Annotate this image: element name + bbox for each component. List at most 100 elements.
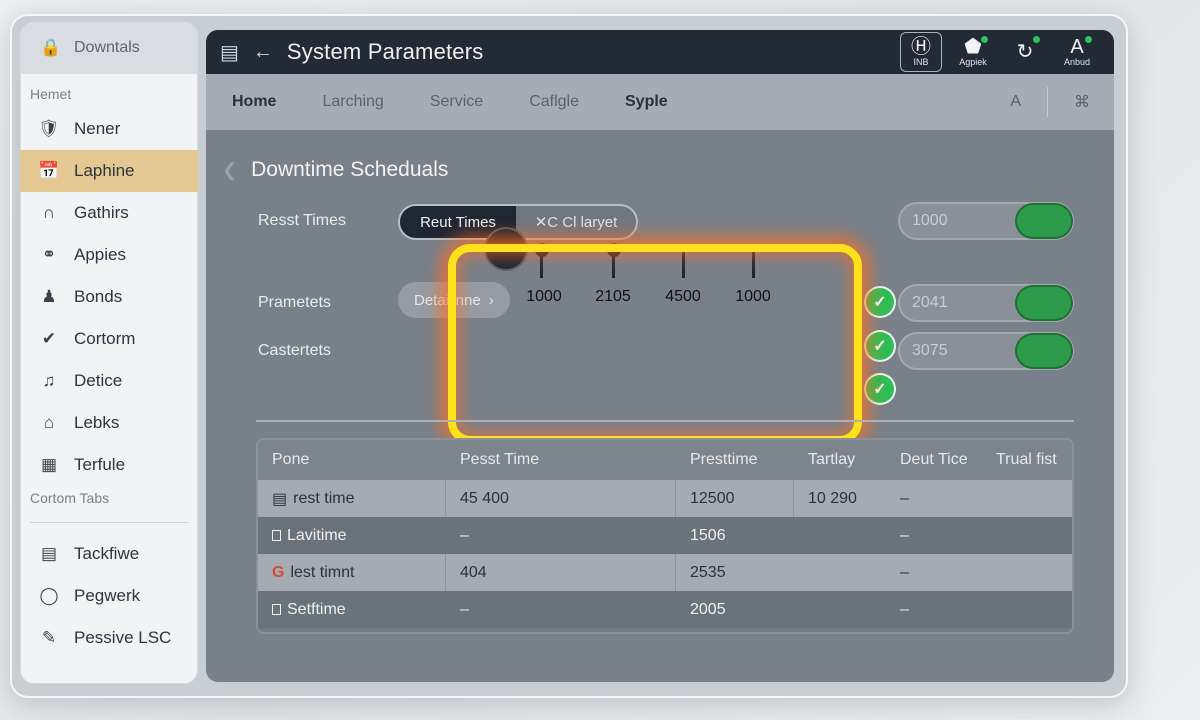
sidebar-item-label: Tackfiwe	[74, 544, 140, 563]
back-arrow-icon[interactable]: ←	[253, 41, 273, 64]
table-cell: 10 290	[808, 489, 857, 507]
section-title: Downtime Scheduals	[251, 158, 449, 181]
toolbar-button-anbud[interactable]: A Anbud	[1056, 32, 1098, 72]
table-cell: –	[900, 600, 909, 618]
person-icon: ♟	[41, 287, 57, 306]
arch-icon: ∩	[42, 203, 56, 222]
column-header[interactable]: Trual fist	[982, 440, 1072, 480]
toolbar-button-agpiek[interactable]: ⬟ Agpiek	[952, 32, 994, 72]
leaf-icon: ⬟	[964, 36, 982, 58]
table-cell: –	[900, 526, 909, 544]
sidebar-item-pessive-lsc[interactable]: ✎ Pessive LSC	[20, 617, 198, 659]
sidebar-item-label: Cortorm	[74, 329, 136, 348]
sidebar-item-nener[interactable]: 🛡 Nener	[20, 108, 198, 150]
tab-syple[interactable]: Syple	[625, 93, 668, 111]
table-cell: Glest timnt	[258, 554, 446, 591]
sidebar-item-cortorm[interactable]: ✔ Cortorm	[20, 318, 198, 360]
column-header[interactable]: Deut Tice	[886, 440, 982, 480]
cell-text: Lavitime	[287, 526, 347, 544]
toggle-value: 2041	[912, 294, 948, 311]
toolbar-button-refresh[interactable]: ↻	[1004, 32, 1046, 72]
sidebar-section-label-2: Cortom Tabs	[30, 490, 110, 506]
sidebar-section-label: Hemet	[30, 86, 72, 102]
globe-icon: ◯	[39, 586, 59, 605]
sidebar-item-appies[interactable]: ⚭ Appies	[20, 234, 198, 276]
tab-bar: Home Larching Service Caflgle Syple A ⌘	[206, 74, 1114, 130]
highlight-box	[448, 244, 862, 444]
row-label-prametets: Prametets	[258, 294, 331, 311]
sidebar-item-bonds[interactable]: ♟ Bonds	[20, 276, 198, 318]
table-row[interactable]: Setftime – 2005 –	[258, 591, 1072, 628]
check-icon: ✓	[866, 332, 894, 360]
toggle-2041[interactable]: 2041	[898, 284, 1074, 322]
section-divider	[256, 420, 1074, 422]
toolbar-button-label: Anbud	[1063, 57, 1091, 67]
table-cell	[794, 554, 886, 591]
sidebar-header: 🔒 Downtals	[20, 22, 198, 74]
table-cell: Lavitime	[258, 517, 446, 554]
cell-text: Setftime	[287, 600, 346, 618]
shield-icon: 🛡	[38, 119, 60, 138]
google-icon: G	[272, 563, 285, 581]
checkbox-icon[interactable]	[272, 604, 281, 615]
column-header[interactable]: Presttime	[676, 440, 794, 480]
toggle-1000[interactable]: 1000	[898, 202, 1074, 240]
refresh-icon: ↻	[1016, 41, 1034, 63]
sidebar-item-laphine[interactable]: 📅 Laphine	[20, 150, 198, 192]
column-header[interactable]: Pone	[258, 440, 446, 480]
tab-service[interactable]: Service	[430, 93, 483, 111]
building-icon: ▤	[40, 544, 58, 563]
column-header[interactable]: Pesst Time	[446, 440, 676, 480]
music-icon: ♫	[42, 371, 56, 390]
check-icon: ✓	[866, 375, 894, 403]
table-cell: 45 400	[446, 480, 676, 517]
table-cell: ▤ rest time	[258, 480, 446, 517]
h-icon: Ⓗ	[911, 36, 931, 58]
tab-caflgle[interactable]: Caflgle	[529, 93, 579, 111]
sidebar-item-terfule[interactable]: ▦ Terfule	[20, 444, 198, 486]
sidebar-item-label: Terfule	[74, 455, 126, 474]
sidebar-item-label: Pegwerk	[74, 586, 141, 605]
table-row[interactable]: ▤ rest time 45 400 12500 10 290 –	[258, 480, 1072, 517]
table-cell: 404	[446, 554, 676, 591]
doc-icon: ▤	[272, 490, 288, 508]
menu-icon[interactable]: ▤	[220, 40, 239, 65]
toolbar-button-inb[interactable]: Ⓗ INB	[900, 32, 942, 72]
sidebar-item-label: Laphine	[74, 161, 135, 180]
checkbox-icon[interactable]	[272, 530, 281, 541]
sidebar: 🔒 Downtals Hemet 🛡 Nener 📅 Laphine ∩ Gat…	[20, 22, 198, 684]
grid-icon: ▦	[40, 455, 58, 474]
sidebar-item-tackfiwe[interactable]: ▤ Tackfiwe	[20, 533, 198, 575]
column-header[interactable]: Tartlay	[794, 440, 886, 480]
status-dot	[1033, 36, 1040, 43]
toolbar-button-label: Agpiek	[959, 57, 987, 67]
tab-bar-actions: A ⌘	[1010, 87, 1114, 117]
tab-larching[interactable]: Larching	[322, 93, 383, 111]
status-dot	[1085, 36, 1092, 43]
tab-home[interactable]: Home	[232, 93, 276, 111]
toolbar: Ⓗ INB ⬟ Agpiek ↻ A Anbud	[900, 32, 1114, 72]
table-cell: 2005	[690, 600, 726, 618]
sidebar-item-gathirs[interactable]: ∩ Gathirs	[20, 192, 198, 234]
sidebar-item-lebks[interactable]: ⌂ Lebks	[20, 402, 198, 444]
section-header: ❮ Downtime Scheduals	[222, 158, 448, 182]
sidebar-item-detice[interactable]: ♫ Detice	[20, 360, 198, 402]
content-area: ❮ Downtime Scheduals Resst Times Reut Ti…	[206, 130, 1114, 682]
tag-icon: ⚭	[41, 245, 57, 264]
toggle-knob	[1017, 287, 1071, 319]
cell-text: rest time	[293, 489, 355, 507]
font-size-icon[interactable]: A	[1010, 93, 1021, 111]
table-cell	[982, 591, 1072, 628]
chevron-left-icon[interactable]: ❮	[222, 160, 237, 181]
tab-bar-separator	[1047, 87, 1048, 117]
shortcut-icon[interactable]: ⌘	[1074, 92, 1090, 112]
table-cell: 2535	[690, 563, 726, 581]
sidebar-item-label: Detice	[74, 371, 123, 390]
toggle-3075[interactable]: 3075	[898, 332, 1074, 370]
row-label-resst-times: Resst Times	[258, 212, 347, 229]
table-row[interactable]: Lavitime – 1506 –	[258, 517, 1072, 554]
sidebar-item-pegwerk[interactable]: ◯ Pegwerk	[20, 575, 198, 617]
table-cell: 1506	[690, 526, 726, 544]
toggle-value: 1000	[912, 212, 948, 229]
table-row[interactable]: Glest timnt 404 2535 –	[258, 554, 1072, 591]
